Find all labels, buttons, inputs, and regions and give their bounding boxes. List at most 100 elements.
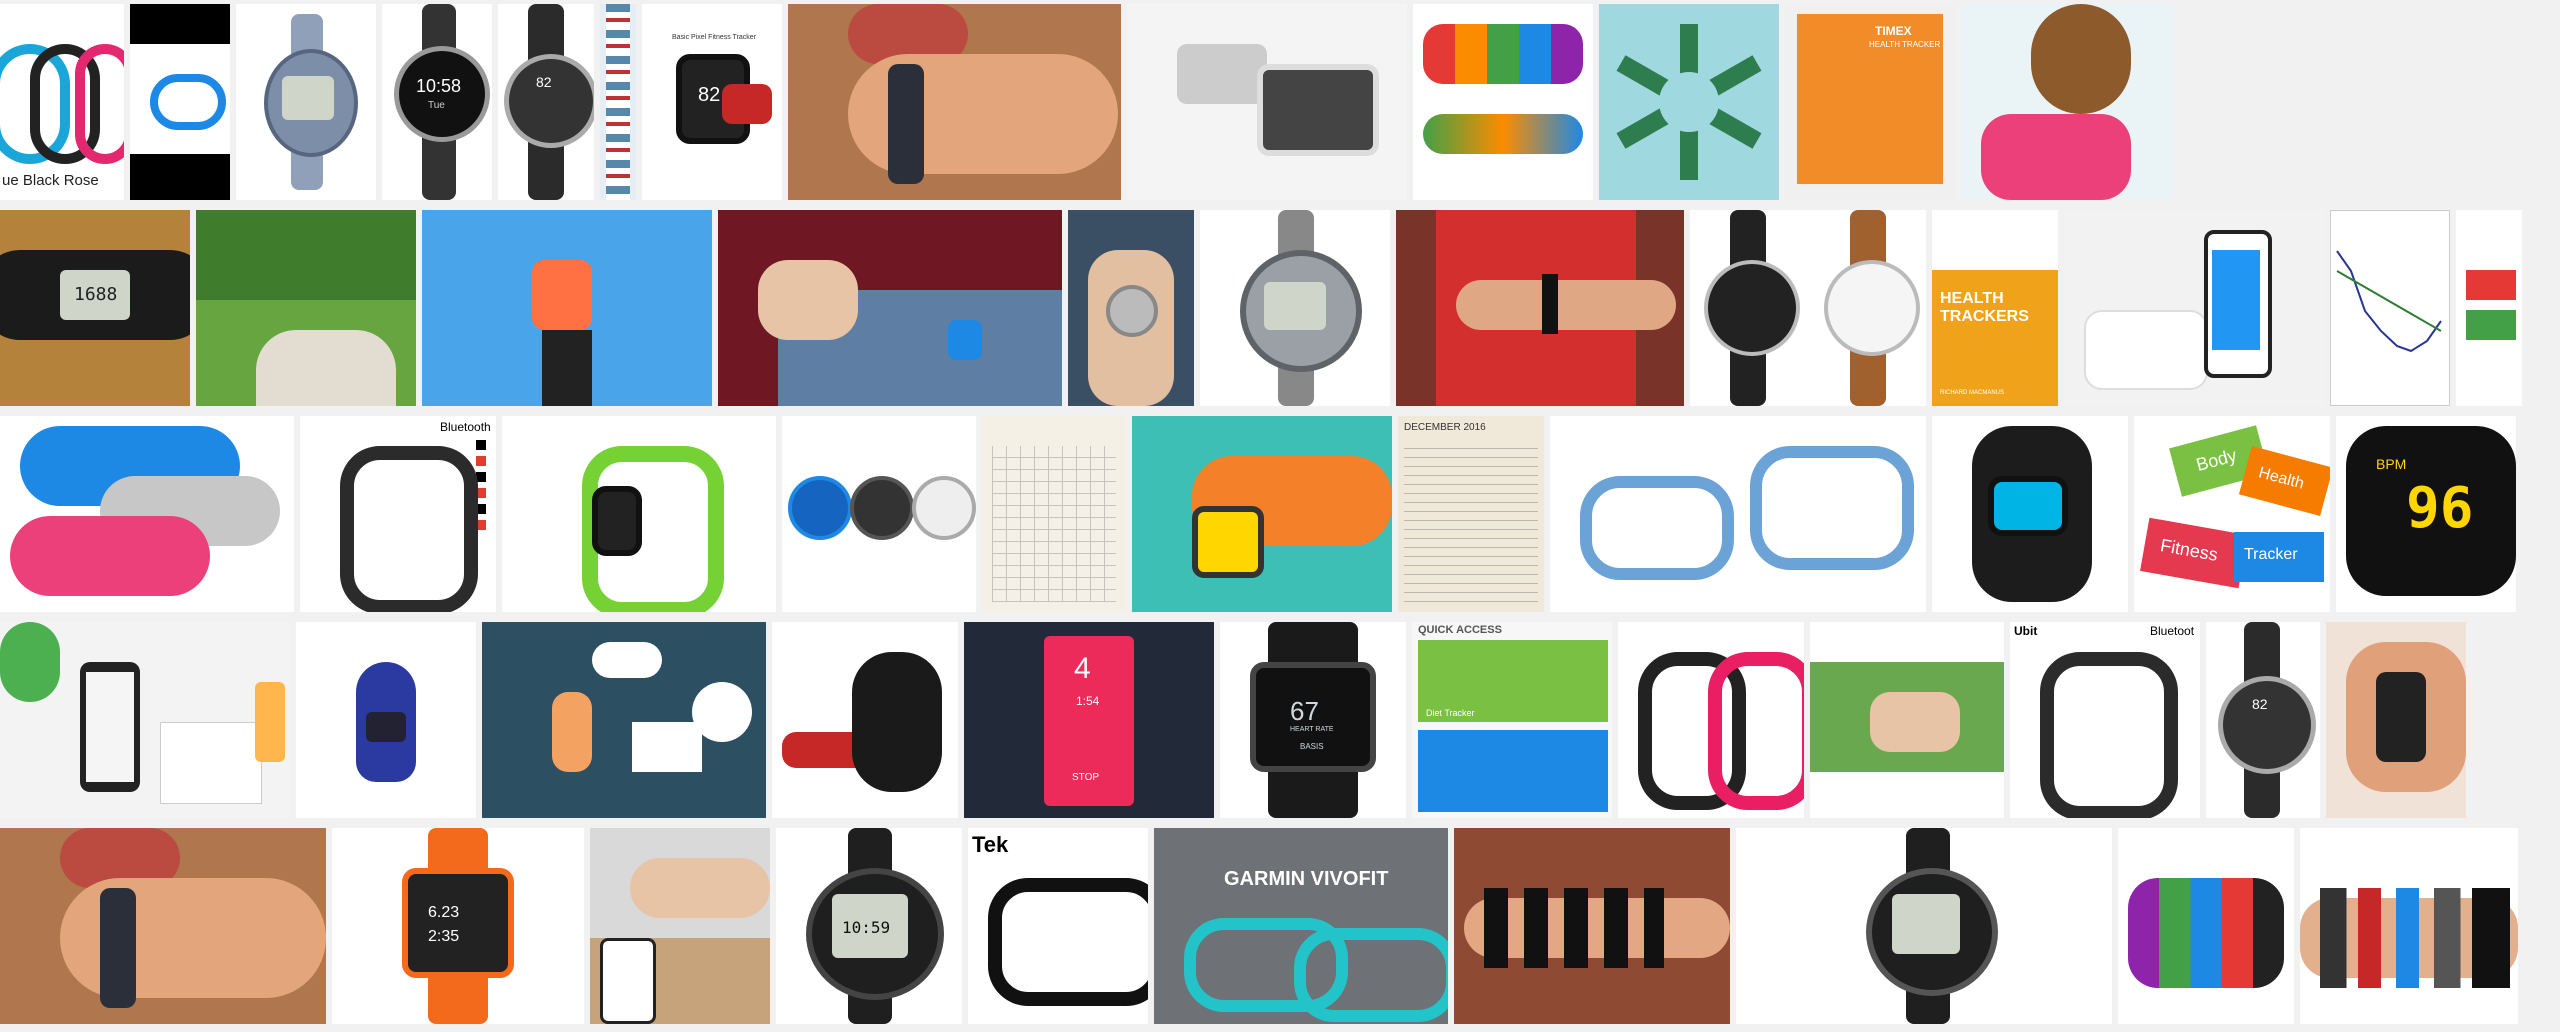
result-wrist-pedometer[interactable] bbox=[2326, 622, 2466, 818]
result-two-analog-watches[interactable] bbox=[1690, 210, 1926, 406]
green-button bbox=[2466, 310, 2516, 340]
strap-left bbox=[1580, 476, 1734, 580]
book-top bbox=[1932, 210, 2058, 270]
result-woman-tracker[interactable] bbox=[1961, 4, 2174, 200]
run-tile bbox=[1418, 730, 1608, 812]
result-cyan-screen-band[interactable] bbox=[1932, 416, 2128, 612]
result-arm-bracelets[interactable] bbox=[2300, 828, 2518, 1024]
result-health-trackers-book[interactable]: HEALTH TRACKERS RICHARD MACMANUS bbox=[1932, 210, 2058, 406]
star-of-life-icon bbox=[1616, 24, 1762, 180]
result-wrist-band-photo[interactable] bbox=[788, 4, 1121, 200]
result-grey-digital-watch[interactable] bbox=[1200, 210, 1390, 406]
ubit-label: Ubit bbox=[2014, 624, 2038, 638]
result-black-band-red[interactable] bbox=[772, 622, 958, 818]
result-phone-tracking[interactable]: 4 1:54 STOP bbox=[964, 622, 1214, 818]
result-tek-band[interactable]: Tek bbox=[968, 828, 1148, 1024]
bands-row bbox=[1423, 24, 1583, 84]
result-bpm-band[interactable]: BPM 96 bbox=[2336, 416, 2516, 612]
result-blue-straps[interactable] bbox=[1550, 416, 1926, 612]
watch bbox=[1542, 274, 1558, 334]
result-ubit-band[interactable]: Ubit Bluetoot bbox=[2010, 622, 2200, 818]
black-watch-value: 10:59 bbox=[842, 918, 891, 937]
result-phone-notes[interactable] bbox=[0, 622, 290, 818]
box-title: Basic Pixel Fitness Tracker bbox=[672, 34, 757, 41]
result-three-watches[interactable] bbox=[782, 416, 976, 612]
bpm-number: 96 bbox=[2406, 476, 2474, 541]
hand bbox=[758, 260, 858, 340]
arm bbox=[1456, 280, 1676, 330]
grid-lines bbox=[992, 446, 1116, 602]
december-label: DECEMBER 2016 bbox=[1404, 422, 1486, 433]
result-grass-phone[interactable] bbox=[1810, 622, 2004, 818]
result-white-box[interactable] bbox=[1127, 4, 1407, 200]
book-title: HEALTH TRACKERS bbox=[1940, 290, 2029, 325]
result-black-pink-bands[interactable] bbox=[1618, 622, 1804, 818]
result-pixel-tracker[interactable]: Basic Pixel Fitness Tracker 82 bbox=[642, 4, 782, 200]
result-scale-phone[interactable] bbox=[2064, 210, 2324, 406]
strap-right bbox=[1750, 446, 1914, 570]
result-park-runners[interactable] bbox=[196, 210, 416, 406]
watch-black bbox=[850, 476, 914, 540]
result-basis-watch[interactable]: 67 HEART RATE BASIS bbox=[1220, 622, 1406, 818]
result-infographic-strip[interactable] bbox=[600, 4, 636, 200]
result-red-shirt-watch[interactable] bbox=[1396, 210, 1684, 406]
result-bluetooth-band[interactable]: Bluetooth bbox=[300, 416, 496, 612]
result-sport-watch[interactable] bbox=[236, 4, 376, 200]
runner-shirt bbox=[532, 260, 592, 330]
result-gap-white[interactable] bbox=[1736, 828, 2112, 1024]
trees bbox=[196, 210, 416, 300]
screen bbox=[1988, 476, 2068, 536]
lcd bbox=[366, 712, 406, 742]
blue-clip bbox=[948, 320, 982, 360]
garmin-title: GARMIN VIVOFIT bbox=[1224, 868, 1389, 890]
juice bbox=[255, 682, 285, 762]
results-row-5: 6.23 2:35 10:59 Tek GARMIN VIVOFIT bbox=[0, 828, 2518, 1024]
screen bbox=[592, 486, 642, 556]
result-stacked-bands[interactable] bbox=[0, 416, 294, 612]
result-band-pair[interactable] bbox=[130, 4, 230, 200]
result-silver-watch-arm[interactable] bbox=[1068, 210, 1194, 406]
bluetooth-label: Bluetooth bbox=[440, 420, 491, 434]
result-laptop-watch[interactable] bbox=[590, 828, 770, 1024]
bluetooth-label-2: Bluetoot bbox=[2150, 624, 2195, 638]
result-garmin-vivofit[interactable]: GARMIN VIVOFIT bbox=[1154, 828, 1448, 1024]
result-colorful-bands-2[interactable] bbox=[2118, 828, 2294, 1024]
result-round-smartwatch[interactable]: 10:58 Tue bbox=[382, 4, 492, 200]
phone-stop[interactable]: STOP bbox=[1072, 772, 1099, 783]
watch-face bbox=[504, 54, 594, 148]
result-quick-access[interactable]: QUICK ACCESS Diet Tracker bbox=[1412, 622, 1612, 818]
black-block-bottom bbox=[130, 154, 230, 200]
result-body-health-tags[interactable]: Body Health Fitness Tracker bbox=[2134, 416, 2330, 612]
results-row-3: Bluetooth DECEMBER 2016 Body Health Fitn… bbox=[0, 416, 2516, 612]
result-health-network[interactable] bbox=[482, 622, 766, 818]
result-rainbow-bands[interactable] bbox=[1413, 4, 1593, 200]
result-green-band[interactable] bbox=[502, 416, 776, 612]
result-pedometer[interactable]: 1688 bbox=[0, 210, 190, 406]
result-medical-star[interactable] bbox=[1599, 4, 1779, 200]
image-results-grid: ue Black Rose 10:58 Tue 82 Basic Pixel F… bbox=[0, 0, 2560, 1032]
face-black bbox=[1704, 260, 1800, 356]
watch-day: Tue bbox=[428, 100, 445, 111]
result-wrist-band-photo-2[interactable] bbox=[0, 828, 326, 1024]
cloud bbox=[592, 642, 662, 678]
runner-legs bbox=[542, 330, 592, 406]
result-steel-watch[interactable]: 82 bbox=[498, 4, 594, 200]
result-weight-chart[interactable] bbox=[2330, 210, 2450, 406]
lcd bbox=[1892, 894, 1960, 954]
result-illustrated-wrist[interactable] bbox=[1132, 416, 1392, 612]
result-black-digital-watch[interactable]: 10:59 bbox=[776, 828, 962, 1024]
result-app-buttons[interactable] bbox=[2456, 210, 2522, 406]
result-jogger[interactable] bbox=[422, 210, 712, 406]
result-blue-clip[interactable] bbox=[296, 622, 476, 818]
results-row-1: ue Black Rose 10:58 Tue 82 Basic Pixel F… bbox=[0, 4, 2174, 200]
box-lid bbox=[1177, 44, 1267, 104]
result-arm-multiple-bands[interactable] bbox=[1454, 828, 1730, 1024]
result-journal-page[interactable] bbox=[982, 416, 1126, 612]
result-december-log[interactable]: DECEMBER 2016 bbox=[1398, 416, 1544, 612]
result-orange-watch[interactable]: 6.23 2:35 bbox=[332, 828, 584, 1024]
basis-value: 67 bbox=[1290, 696, 1319, 726]
result-steel-watch-2[interactable]: 82 bbox=[2206, 622, 2320, 818]
result-timex-box[interactable]: TIMEX HEALTH TRACKER bbox=[1785, 4, 1955, 200]
result-colored-bands[interactable]: ue Black Rose bbox=[0, 4, 124, 200]
result-jeans-tracker[interactable] bbox=[718, 210, 1062, 406]
